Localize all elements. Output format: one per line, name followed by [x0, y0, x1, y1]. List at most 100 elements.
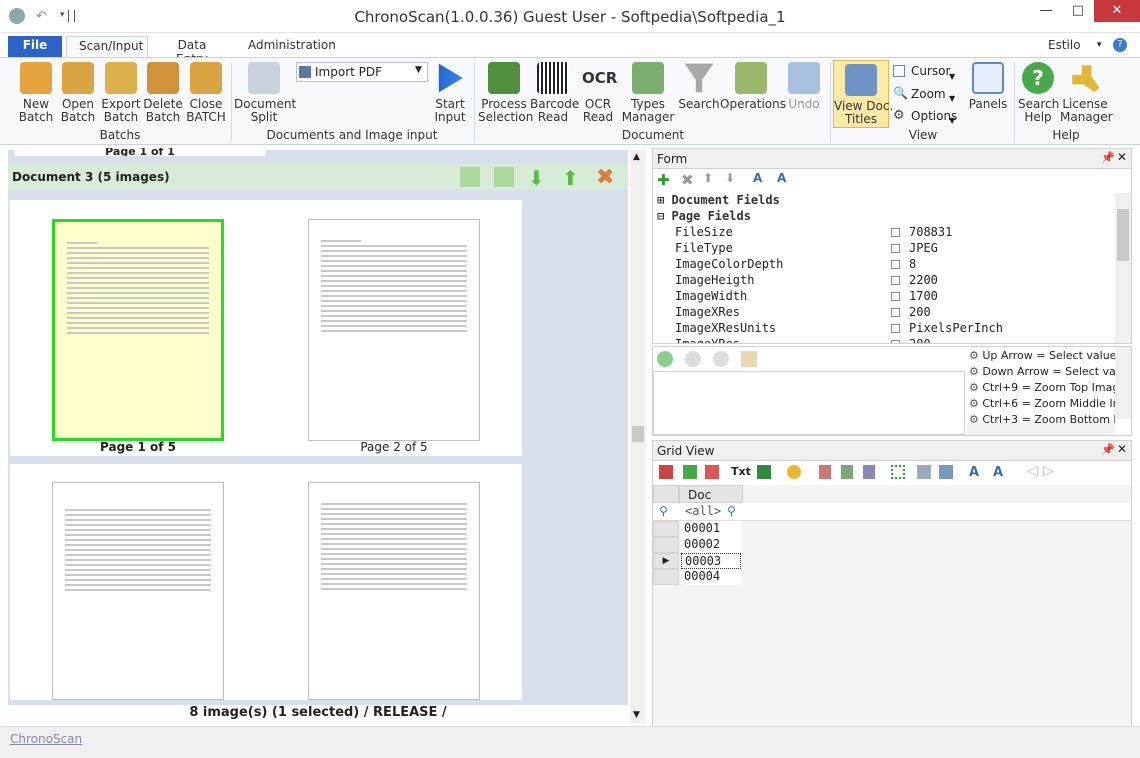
list-icon[interactable] [841, 465, 853, 479]
ocr-read-button[interactable]: OCR OCR Read [578, 62, 618, 124]
field-value[interactable]: 708831 [909, 224, 952, 240]
doc-cell[interactable]: 00003 [681, 553, 741, 569]
field-edit-icon[interactable] [891, 260, 900, 269]
group-icon[interactable] [939, 465, 953, 479]
add-field-icon[interactable]: ✚ [657, 171, 670, 189]
delete-field-icon[interactable]: ✖ [681, 171, 694, 189]
field-value[interactable]: PixelsPerInch [909, 320, 1003, 336]
move-down-icon[interactable]: ⬇ [528, 166, 545, 190]
help-icon[interactable]: ? [1113, 38, 1127, 52]
close-panel-icon[interactable]: ✕ [1117, 150, 1127, 164]
undo-button[interactable]: Undo [784, 62, 824, 111]
page-fields-section[interactable]: ⊟ Page Fields [657, 208, 751, 224]
document-split-button[interactable]: Document Split [234, 62, 296, 124]
approve-icon[interactable] [683, 465, 697, 479]
document-fields-section[interactable]: ⊞ Document Fields [657, 192, 780, 208]
report-icon[interactable] [819, 465, 831, 479]
bold-note-icon[interactable] [685, 351, 701, 367]
field-edit-icon[interactable] [891, 308, 900, 317]
field-edit-icon[interactable] [891, 324, 900, 333]
export-txt-button[interactable]: Txt [731, 465, 751, 478]
font-color-grid-icon[interactable]: A [993, 465, 1003, 480]
clock-icon[interactable] [713, 351, 729, 367]
style-menu[interactable]: Estilo [1036, 36, 1094, 57]
doc-cell[interactable]: 00002 [681, 537, 741, 553]
scroll-up-arrow-icon[interactable]: ▲ [633, 152, 640, 162]
doc-cell[interactable]: 00004 [681, 569, 741, 585]
field-value[interactable]: 1700 [909, 288, 938, 304]
field-edit-icon[interactable] [891, 276, 900, 285]
delete-batch-button[interactable]: Delete Batch [143, 62, 183, 124]
grid-col-header-doc[interactable]: Doc [679, 485, 743, 503]
style-dropdown-icon[interactable]: ▾ [1097, 40, 1102, 50]
move-down-field-icon[interactable]: ⬇ [725, 171, 735, 185]
close-window-button[interactable]: ✕ [1094, 0, 1140, 22]
hints-hscrollbar[interactable] [967, 423, 1115, 435]
table-row[interactable]: 00002 [653, 537, 1131, 553]
move-up-field-icon[interactable]: ⬆ [703, 171, 713, 185]
field-value[interactable]: 200 [909, 304, 931, 320]
page-field-row[interactable]: ImageXResUnits PixelsPerInch [653, 320, 1113, 336]
tab-file[interactable]: File [8, 36, 62, 57]
tab-data-entry[interactable]: Data Entry [152, 36, 232, 66]
box-icon[interactable] [741, 351, 757, 367]
table-row[interactable]: ▶ 00003 [653, 553, 1131, 569]
filter-magnifier-icon[interactable]: ⚲ [727, 504, 736, 518]
field-value[interactable]: JPEG [909, 240, 938, 256]
page-thumbnail-3[interactable] [52, 482, 224, 700]
close-batch-button[interactable]: Close BATCH [185, 62, 227, 124]
chevron-right-icon[interactable]: ▷ [1043, 463, 1054, 479]
search-button[interactable]: Search [678, 62, 720, 111]
field-value[interactable]: 200 [909, 336, 931, 343]
page-field-row[interactable]: ImageWidth 1700 [653, 288, 1113, 304]
page-field-row[interactable]: FileSize 708831 [653, 224, 1113, 240]
field-edit-icon[interactable] [891, 228, 900, 237]
start-input-button[interactable]: Start Input [430, 62, 470, 124]
document-viewer[interactable]: Page 1 of 1 Document 3 (5 images) ⬇ ⬆ ✖ … [8, 148, 628, 705]
page-field-row[interactable]: ImageXRes 200 [653, 304, 1113, 320]
scroll-down-arrow-icon[interactable]: ▼ [633, 710, 640, 720]
page-field-row[interactable]: FileType JPEG [653, 240, 1113, 256]
table-row[interactable]: 00004 [653, 569, 1131, 585]
search-help-button[interactable]: ? Search Help [1018, 62, 1059, 124]
hints-scrollbar[interactable] [1115, 347, 1131, 419]
select-all-icon[interactable] [891, 465, 905, 479]
sort-icon[interactable] [917, 465, 931, 479]
insert-page-icon[interactable] [494, 167, 514, 187]
clear-filter-icon[interactable] [659, 465, 673, 479]
notes-textarea[interactable] [653, 371, 965, 435]
footer-app-link[interactable]: ChronoScan [10, 732, 82, 746]
view-doc-titles-button[interactable]: View Doc. Titles [833, 60, 893, 128]
font-settings-icon[interactable]: A [753, 171, 762, 185]
move-up-icon[interactable]: ⬆ [562, 166, 579, 190]
license-manager-button[interactable]: License Manager [1060, 62, 1113, 124]
panels-button[interactable]: Panels [966, 62, 1010, 111]
minimize-button[interactable]: — [1032, 0, 1060, 22]
export-excel-icon[interactable] [757, 465, 771, 479]
chevron-left-icon[interactable]: ◁ [1027, 463, 1038, 479]
page-thumbnail-2[interactable] [308, 219, 480, 441]
pin-icon[interactable]: 📌 [1101, 151, 1115, 164]
table-row[interactable]: 00001 [653, 521, 1131, 537]
field-edit-icon[interactable] [891, 340, 900, 343]
font-color-icon[interactable]: A [777, 171, 786, 185]
reject-icon[interactable] [705, 465, 719, 479]
viewer-scrollbar[interactable]: ▲ ▼ [630, 150, 646, 723]
form-scrollbar[interactable] [1115, 193, 1131, 343]
font-icon[interactable]: A [969, 465, 979, 480]
field-edit-icon[interactable] [891, 292, 900, 301]
operations-button[interactable]: Operations [720, 62, 786, 111]
document-header[interactable]: Document 3 (5 images) ⬇ ⬆ ✖ [8, 164, 628, 190]
page-thumbnail-4[interactable] [308, 482, 480, 700]
filter-cell[interactable]: <all> [685, 504, 721, 518]
open-batch-button[interactable]: Open Batch [58, 62, 98, 124]
page-thumbnail-1[interactable] [52, 219, 224, 441]
tab-administration[interactable]: Administration [236, 36, 336, 57]
barcode-read-button[interactable]: Barcode Read [530, 62, 579, 124]
tab-scan-input[interactable]: Scan/Input [66, 36, 148, 57]
form-scroll-thumb[interactable] [1117, 209, 1129, 261]
page-field-row[interactable]: ImageHeigth 2200 [653, 272, 1113, 288]
page-field-row[interactable]: ImageYRes 200 [653, 336, 1113, 343]
process-selection-button[interactable]: Process Selection [478, 62, 533, 124]
export-batch-button[interactable]: Export Batch [100, 62, 142, 124]
